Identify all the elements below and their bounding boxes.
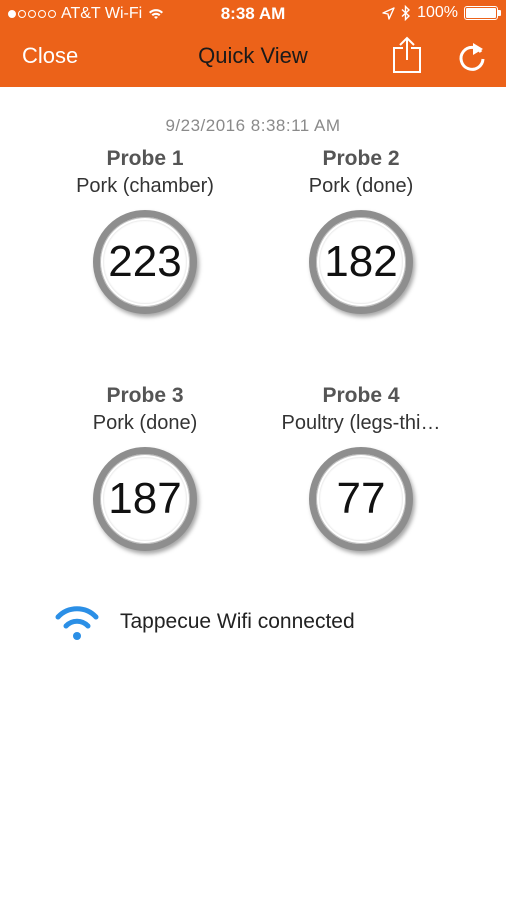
page-title: Quick View bbox=[198, 43, 308, 68]
wifi-icon bbox=[55, 606, 99, 640]
probe-label: Poultry (legs-thi… bbox=[281, 412, 441, 434]
probe-label: Pork (chamber) bbox=[76, 175, 214, 197]
temperature-value: 77 bbox=[336, 474, 386, 523]
header-bar: AT&T Wi-Fi 8:38 AM 100% Close Quick View bbox=[0, 0, 506, 87]
probe-title: Probe 3 bbox=[106, 384, 184, 407]
temperature-gauge: 182 bbox=[309, 210, 413, 314]
status-right: 100% bbox=[382, 4, 501, 22]
probe-card-3[interactable]: Probe 3 Pork (done) 187 bbox=[35, 384, 255, 551]
temperature-value: 187 bbox=[108, 474, 182, 523]
probe-label: Pork (done) bbox=[92, 412, 198, 434]
probe-title: Probe 1 bbox=[106, 147, 184, 170]
temperature-value: 182 bbox=[324, 237, 398, 286]
status-bar: AT&T Wi-Fi 8:38 AM 100% bbox=[0, 0, 506, 28]
temperature-gauge: 77 bbox=[309, 447, 413, 551]
battery-percent: 100% bbox=[417, 4, 458, 21]
share-icon[interactable] bbox=[391, 36, 423, 74]
probe-card-2[interactable]: Probe 2 Pork (done) 182 bbox=[251, 147, 471, 314]
connection-status: Tappecue Wifi connected bbox=[52, 602, 355, 642]
connection-label: Tappecue Wifi connected bbox=[120, 610, 355, 633]
probe-title: Probe 4 bbox=[322, 384, 400, 407]
battery-icon bbox=[464, 6, 501, 20]
temperature-gauge: 187 bbox=[93, 447, 197, 551]
refresh-icon[interactable] bbox=[456, 40, 488, 74]
timestamp: 9/23/2016 8:38:11 AM bbox=[165, 116, 341, 135]
location-arrow-icon bbox=[382, 6, 395, 20]
probe-title: Probe 2 bbox=[322, 147, 400, 170]
bluetooth-icon bbox=[401, 5, 411, 21]
probe-card-1[interactable]: Probe 1 Pork (chamber) 223 bbox=[35, 147, 255, 314]
probe-card-4[interactable]: Probe 4 Poultry (legs-thi… 77 bbox=[251, 384, 471, 551]
temperature-value: 223 bbox=[108, 237, 182, 286]
temperature-gauge: 223 bbox=[93, 210, 197, 314]
probe-label: Pork (done) bbox=[308, 175, 414, 197]
